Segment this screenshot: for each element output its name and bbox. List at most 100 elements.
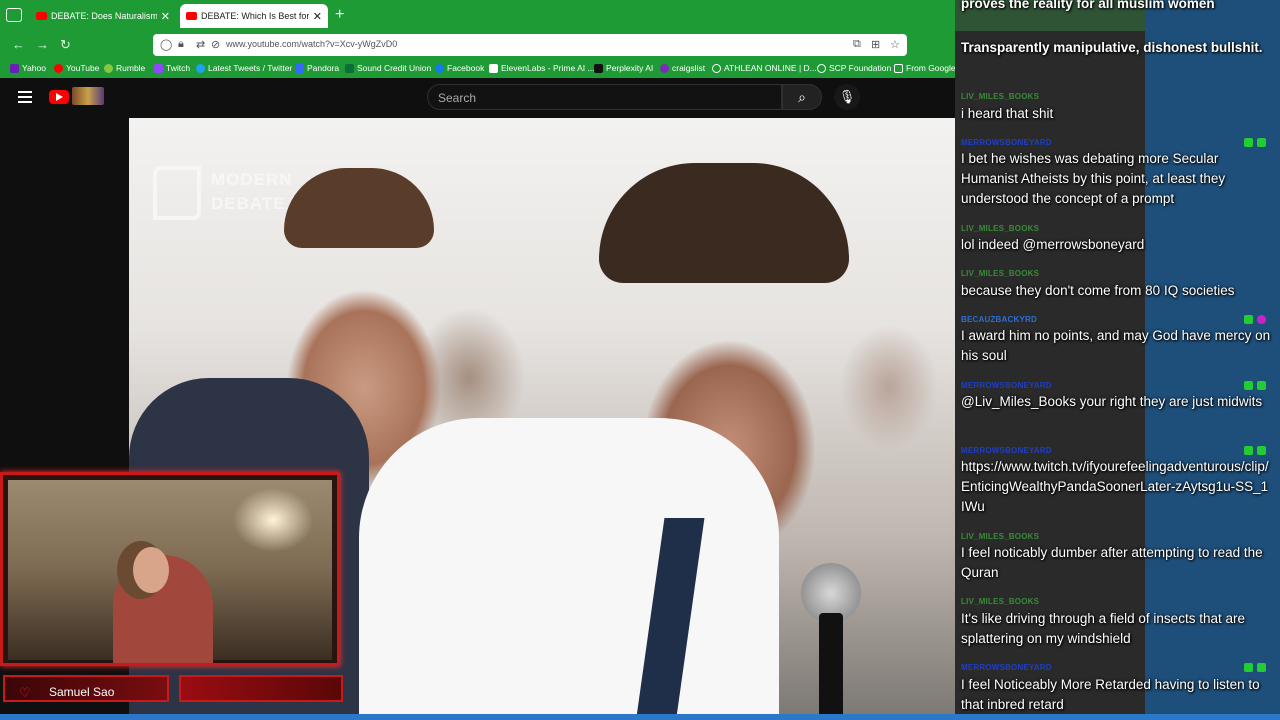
bookmark-label: SCP Foundation [829,63,892,73]
tab-title: DEBATE: Which Is Best for Socie [201,11,309,21]
tab-naturalism[interactable]: DEBATE: Does Naturalism Expla ✕ [30,4,176,28]
bookmark-twitch[interactable]: Twitch [154,63,190,73]
navigation-bar: ← → ↻ ◯ 🔒︎ ⇄ ⊘ www.youtube.com/watch?v=X… [0,31,955,59]
url-text: www.youtube.com/watch?v=Xcv-yWgZvD0 [226,39,398,49]
search-icon[interactable]: ⌕ [782,84,822,110]
chat-text: @Liv_Miles_Books your right they are jus… [961,394,1263,409]
sidebar-blank [0,118,129,478]
globe-icon [712,63,721,73]
streamer-head [133,547,169,593]
star-icon[interactable]: ☆ [890,38,900,51]
download-icon[interactable]: ⊞ [871,38,880,51]
bookmark-craigslist[interactable]: craigslist [660,63,705,73]
bookmark-label: YouTube [66,63,100,73]
badge-icon [1257,381,1266,390]
search-placeholder: Search [438,91,477,105]
tracking-icon: ⊘ [211,39,221,51]
youtube-icon [186,12,197,20]
chat-text: https://www.twitch.tv/ifyourefeelingadve… [961,459,1269,514]
badge-icon [1244,315,1253,324]
globe-icon [817,63,826,73]
speaker-hair [599,163,849,283]
chat-username: BECAUZBACKYRD [961,315,1037,324]
chat-username: LIV_MILES_BOOKS [961,597,1040,606]
chat-text: I feel Noticeably More Retarded having t… [961,677,1260,712]
folder-icon [894,63,903,73]
chat-text: because they don't come from 80 IQ socie… [961,283,1235,298]
bookmark-label: ATHLEAN ONLINE | D... [724,63,817,73]
speaker-shirt [359,418,779,720]
bookmark-label: Sound Credit Union [357,63,432,73]
bookmarks-bar: Yahoo YouTube Rumble Twitch Latest Tweet… [0,59,955,78]
webcam-overlay [0,472,340,666]
chat-text: Transparently manipulative, dishonest bu… [961,40,1263,55]
bookmark-label: craigslist [672,63,706,73]
search-input[interactable]: Search [427,84,782,110]
badge-icon [1244,381,1253,390]
tab-society[interactable]: DEBATE: Which Is Best for Socie ✕ [180,4,328,28]
bookmark-label: Facebook [447,63,485,73]
taskbar-edge [0,714,1280,720]
chat-text: i heard that shit [961,106,1054,121]
modern-debate-logo [153,166,201,220]
chat-username: MERROWSBONEYARD [961,446,1052,455]
forward-icon[interactable]: → [36,37,49,52]
badge-icon [1257,663,1266,672]
bookmark-label: Yahoo [22,63,46,73]
craigslist-icon [660,63,669,73]
bookmark-rumble[interactable]: Rumble [104,63,145,73]
elevenlabs-icon [489,63,498,73]
twitch-icon [154,63,163,73]
menu-icon[interactable] [18,91,32,103]
channel-logo[interactable] [72,87,104,105]
watermark-line2: DEBATE [211,194,286,213]
bookmark-elevenlabs[interactable]: ElevenLabs - Prime AI ... [489,63,595,73]
youtube-logo[interactable] [49,90,69,104]
chat-text: lol indeed @merrowsboneyard [961,237,1145,252]
chat-username: LIV_MILES_BOOKS [961,224,1040,233]
bookmark-label: Rumble [116,63,146,73]
close-icon[interactable]: ✕ [161,10,170,23]
badge-icon [1257,138,1266,147]
channel-watermark: MODERN DEBATE [153,166,343,226]
microphone-body [819,613,843,720]
shield-icon: ◯ [160,39,173,51]
bookmark-athlean[interactable]: ATHLEAN ONLINE | D... [712,63,817,73]
bookmark-label: Perplexity AI [606,63,654,73]
bookmark-sound-credit-union[interactable]: Sound Credit Union [345,63,431,73]
badge-icon [1244,446,1253,455]
youtube-icon [54,63,63,73]
bookmark-pandora[interactable]: Pandora [295,63,339,73]
bookmark-folder[interactable]: From Google [894,63,955,73]
bookmark-youtube[interactable]: YouTube [54,63,99,73]
perplexity-icon [594,63,603,73]
facebook-icon [435,63,444,73]
bookmark-label: ElevenLabs - Prime AI ... [501,63,595,73]
bookmark-twitter[interactable]: Latest Tweets / Twitter [196,63,292,73]
badge-icon [1244,663,1253,672]
permissions-icon[interactable]: ⇄ [196,38,205,51]
youtube-icon [36,12,47,20]
bookmark-label: Pandora [307,63,340,73]
menu-icon[interactable] [6,8,22,22]
bookmark-yahoo[interactable]: Yahoo [10,63,46,73]
nameplate-left: ♡ Samuel Sao [3,675,169,702]
badge-icon [1257,315,1266,324]
tab-title: DEBATE: Does Naturalism Expla [51,11,157,21]
sound-credit-union-icon [345,63,354,73]
plus-icon[interactable]: + [335,6,344,24]
picture-in-picture-icon[interactable]: ⧉ [853,38,861,51]
address-bar[interactable]: ◯ 🔒︎ ⇄ ⊘ www.youtube.com/watch?v=Xcv-yWg… [153,34,907,56]
chat-text: I bet he wishes was debating more Secula… [961,151,1226,206]
bookmark-facebook[interactable]: Facebook [435,63,484,73]
mic-icon[interactable]: 🎙︎ [834,84,860,110]
reload-icon[interactable]: ↻ [60,37,71,53]
bookmark-scp[interactable]: SCP Foundation [817,63,891,73]
bookmark-perplexity[interactable]: Perplexity AI [594,63,653,73]
close-icon[interactable]: ✕ [313,10,322,23]
chat-username: LIV_MILES_BOOKS [961,532,1040,541]
nameplate-right [179,675,343,702]
heart-icon: ♡ [19,685,31,700]
streamer-nameplate: ♡ Samuel Sao [0,672,345,708]
back-icon[interactable]: ← [12,37,25,52]
